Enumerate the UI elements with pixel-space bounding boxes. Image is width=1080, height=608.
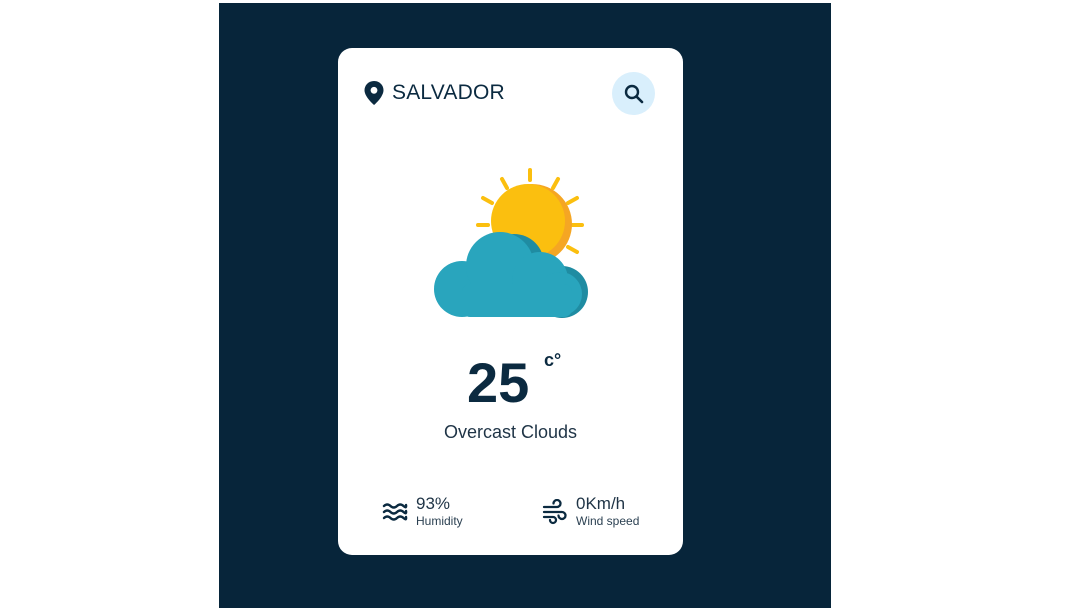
humidity-waves-icon — [382, 502, 408, 521]
search-icon — [624, 84, 643, 103]
city-name: SALVADOR — [392, 81, 505, 104]
weather-card: SALVADOR 25 c° Overcast Clouds 93% Humid… — [338, 48, 683, 555]
wind-icon — [542, 498, 567, 524]
search-button[interactable] — [612, 72, 655, 115]
weather-condition: Overcast Clouds — [443, 422, 578, 442]
temperature-value: 25 — [467, 351, 530, 414]
location-pin-icon — [364, 81, 384, 105]
location: SALVADOR — [364, 81, 505, 105]
temperature-unit: c° — [544, 350, 562, 370]
wind-stat: 0Km/h Wind speed — [542, 494, 639, 529]
app-background: SALVADOR 25 c° Overcast Clouds 93% Humid… — [219, 3, 831, 608]
temperature-display: 25 c° — [338, 348, 683, 418]
sun-behind-cloud-icon — [434, 168, 588, 318]
humidity-value: 93% — [416, 494, 451, 513]
wind-value: 0Km/h — [576, 494, 626, 513]
humidity-stat: 93% Humidity — [382, 494, 463, 529]
humidity-label: Humidity — [416, 514, 463, 528]
wind-label: Wind speed — [576, 514, 640, 528]
